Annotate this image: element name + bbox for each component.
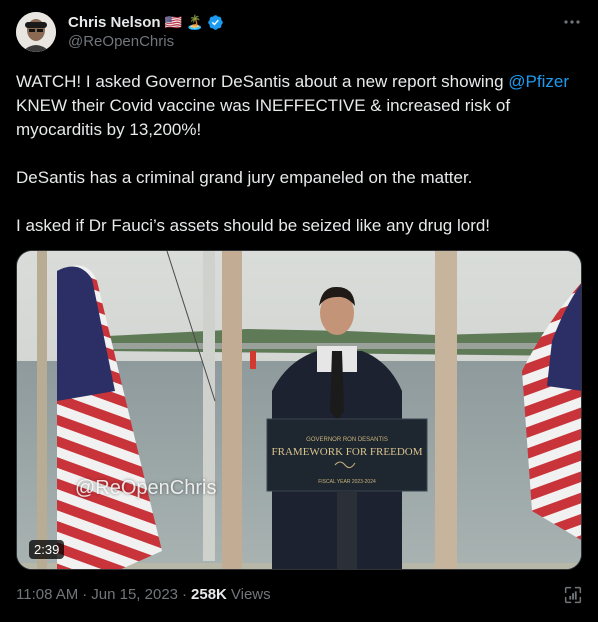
separator-dot: · <box>182 586 188 603</box>
tweet-date[interactable]: Jun 15, 2023 <box>91 586 178 603</box>
tweet-paragraph-3: I asked if Dr Fauci’s assets should be s… <box>16 216 491 235</box>
para1-suffix: KNEW their Covid vaccine was INEFFECTIVE… <box>16 96 511 139</box>
tweet-text: WATCH! I asked Governor DeSantis about a… <box>16 70 582 238</box>
views-label: Views <box>230 586 271 603</box>
podium-line-3: FISCAL YEAR 2023-2024 <box>318 479 376 485</box>
author-handle[interactable]: @ReOpenChris <box>68 33 174 50</box>
tweet-paragraph-1: WATCH! I asked Governor DeSantis about a… <box>16 70 582 142</box>
tweet-paragraph-2: DeSantis has a criminal grand jury empan… <box>16 168 473 187</box>
video-duration-badge: 2:39 <box>29 540 65 559</box>
display-name[interactable]: Chris Nelson <box>68 14 161 31</box>
video-watermark: @ReOpenChris <box>75 477 217 499</box>
podium-line-2: FRAMEWORK FOR FREEDOM <box>272 446 423 458</box>
tweet: Chris Nelson 🇺🇸 🏝️ @ReOpenChris WATCH! I… <box>0 0 598 622</box>
para1-prefix: WATCH! I asked Governor DeSantis about a… <box>16 72 509 91</box>
more-options-button[interactable] <box>560 12 584 32</box>
verified-badge-icon <box>207 14 224 31</box>
video-player[interactable]: GOVERNOR RON DESANTIS FRAMEWORK FOR FREE… <box>16 250 582 570</box>
analytics-icon <box>564 586 582 604</box>
flag-emoji: 🇺🇸 <box>164 14 182 30</box>
views-count: 258K <box>191 586 227 603</box>
analytics-button[interactable] <box>562 584 584 606</box>
island-emoji: 🏝️ <box>185 14 204 30</box>
tweet-time[interactable]: 11:08 AM <box>16 586 78 603</box>
podium-line-1: GOVERNOR RON DESANTIS <box>306 437 388 443</box>
pfizer-mention-link[interactable]: @Pfizer <box>508 72 569 91</box>
tweet-metadata: 11:08 AM · Jun 15, 2023 · 258K Views <box>16 586 271 603</box>
video-frame: GOVERNOR RON DESANTIS FRAMEWORK FOR FREE… <box>17 251 581 569</box>
more-horizontal-icon <box>564 20 580 24</box>
separator-dot: · <box>82 586 88 603</box>
author-name-row: Chris Nelson 🇺🇸 🏝️ <box>68 12 224 32</box>
avatar-image <box>16 12 56 52</box>
avatar[interactable] <box>16 12 56 52</box>
